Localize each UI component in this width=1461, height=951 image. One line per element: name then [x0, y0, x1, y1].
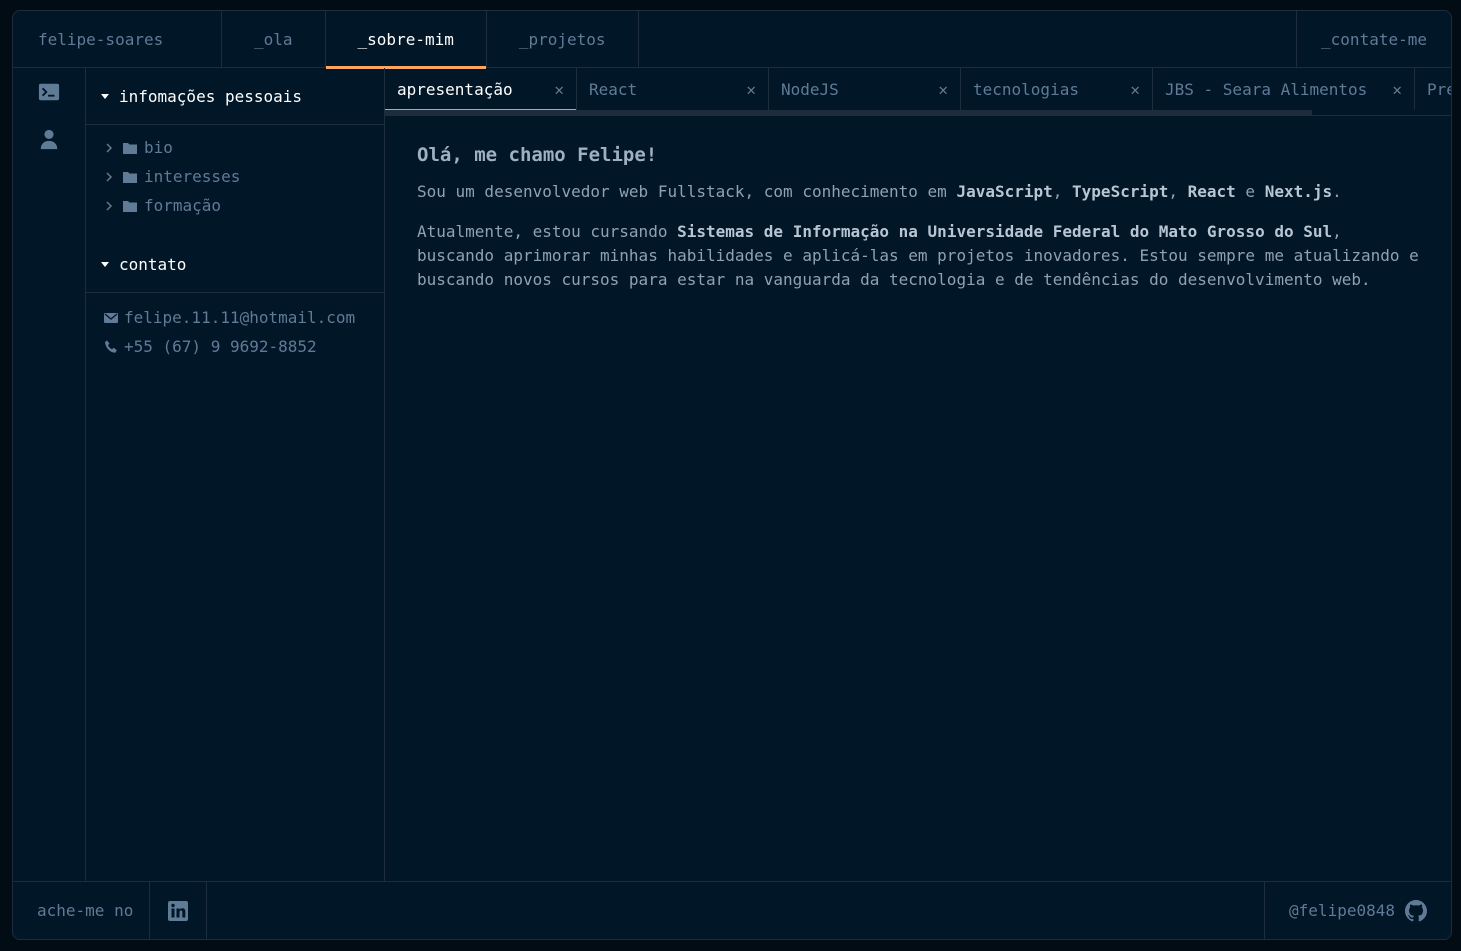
linkedin-icon[interactable]	[150, 882, 208, 939]
tab-label: React	[589, 79, 638, 99]
tab-label: Pre	[1427, 79, 1451, 99]
folder-label: bio	[144, 138, 173, 157]
nav-tab-sobre-mim[interactable]: _sobre-mim	[325, 11, 487, 69]
section-personal-info[interactable]: infomações pessoais	[86, 68, 384, 125]
tab-label: NodeJS	[781, 79, 839, 99]
user-icon[interactable]	[38, 128, 60, 150]
tab-react[interactable]: React ✕	[577, 68, 769, 110]
folder-label: interesses	[144, 167, 241, 186]
folder-interesses[interactable]: interesses	[104, 162, 384, 191]
tab-tecnologias[interactable]: tecnologias ✕	[961, 68, 1153, 110]
chevron-right-icon	[104, 142, 116, 153]
content-heading: Olá, me chamo Felipe!	[417, 144, 658, 166]
close-icon[interactable]: ✕	[1392, 80, 1402, 99]
skill-react: React	[1187, 182, 1236, 201]
section-contact[interactable]: contato	[86, 236, 384, 293]
intro-paragraph: Sou um desenvolvedor web Fullstack, com …	[417, 182, 1342, 201]
tab-label: apresentação	[397, 79, 513, 99]
folder-bio[interactable]: bio	[104, 133, 384, 162]
explorer-sidebar: infomações pessoais bio interesses forma…	[86, 68, 385, 881]
chevron-right-icon	[104, 171, 116, 182]
nav-tab-contate-me[interactable]: _contate-me	[1297, 11, 1451, 68]
phone-text: +55 (67) 9 9692-8852	[124, 337, 317, 356]
folder-label: formação	[144, 196, 222, 215]
close-icon[interactable]: ✕	[554, 80, 564, 99]
tabs-divider	[385, 115, 1451, 116]
mail-icon	[104, 311, 118, 325]
terminal-icon[interactable]	[38, 81, 60, 103]
tab-jbs-seara[interactable]: JBS - Seara Alimentos ✕	[1153, 68, 1415, 110]
tab-nodejs[interactable]: NodeJS ✕	[769, 68, 961, 110]
close-icon[interactable]: ✕	[1130, 80, 1140, 99]
tab-apresentacao[interactable]: apresentação ✕	[385, 68, 577, 110]
footer-bar: ache-me no @felipe0848	[13, 881, 1451, 939]
tab-label: JBS - Seara Alimentos	[1165, 79, 1368, 99]
chevron-right-icon	[104, 200, 116, 211]
tab-label: tecnologias	[973, 79, 1079, 99]
app-window: felipe-soares _ola _sobre-mim _projetos …	[12, 10, 1452, 940]
github-link[interactable]: @felipe0848	[1264, 882, 1451, 939]
content-body: Olá, me chamo Felipe! Sou um desenvolved…	[417, 144, 1421, 308]
tab-pre[interactable]: Pre	[1415, 68, 1451, 110]
folder-icon	[123, 171, 137, 183]
folder-icon	[123, 200, 137, 212]
top-navbar: felipe-soares _ola _sobre-mim _projetos …	[13, 11, 1451, 69]
folder-icon	[123, 142, 137, 154]
nav-tab-ola[interactable]: _ola	[222, 11, 326, 68]
close-icon[interactable]: ✕	[746, 80, 756, 99]
brand-name[interactable]: felipe-soares	[13, 11, 222, 68]
header-spacer	[639, 11, 1298, 67]
contact-list: felipe.11.11@hotmail.com +55 (67) 9 9692…	[86, 293, 384, 361]
find-me-label: ache-me no	[13, 882, 151, 939]
folder-tree: bio interesses formação	[86, 125, 384, 236]
nav-tab-projetos[interactable]: _projetos	[487, 11, 639, 68]
editor-area: apresentação ✕ React ✕ NodeJS ✕ tecnolog…	[385, 68, 1451, 881]
skill-typescript: TypeScript	[1072, 182, 1169, 201]
contact-phone[interactable]: +55 (67) 9 9692-8852	[104, 332, 384, 361]
folder-formacao[interactable]: formação	[104, 191, 384, 220]
github-icon	[1405, 899, 1427, 921]
editor-tabs: apresentação ✕ React ✕ NodeJS ✕ tecnolog…	[385, 68, 1451, 110]
skill-nextjs: Next.js	[1264, 182, 1333, 201]
education-paragraph: Atualmente, estou cursando Sistemas de I…	[417, 222, 1419, 289]
section-title: contato	[119, 254, 187, 274]
course-name: Sistemas de Informação na Universidade F…	[677, 222, 1333, 241]
caret-down-icon	[101, 93, 109, 99]
contact-email[interactable]: felipe.11.11@hotmail.com	[104, 303, 384, 332]
caret-down-icon	[101, 261, 109, 267]
skill-javascript: JavaScript	[956, 182, 1053, 201]
activity-bar	[13, 68, 86, 881]
email-text: felipe.11.11@hotmail.com	[124, 308, 356, 327]
github-username: @felipe0848	[1289, 901, 1395, 920]
footer-spacer	[207, 882, 1264, 939]
close-icon[interactable]: ✕	[938, 80, 948, 99]
phone-icon	[104, 340, 118, 354]
section-title: infomações pessoais	[119, 86, 303, 106]
